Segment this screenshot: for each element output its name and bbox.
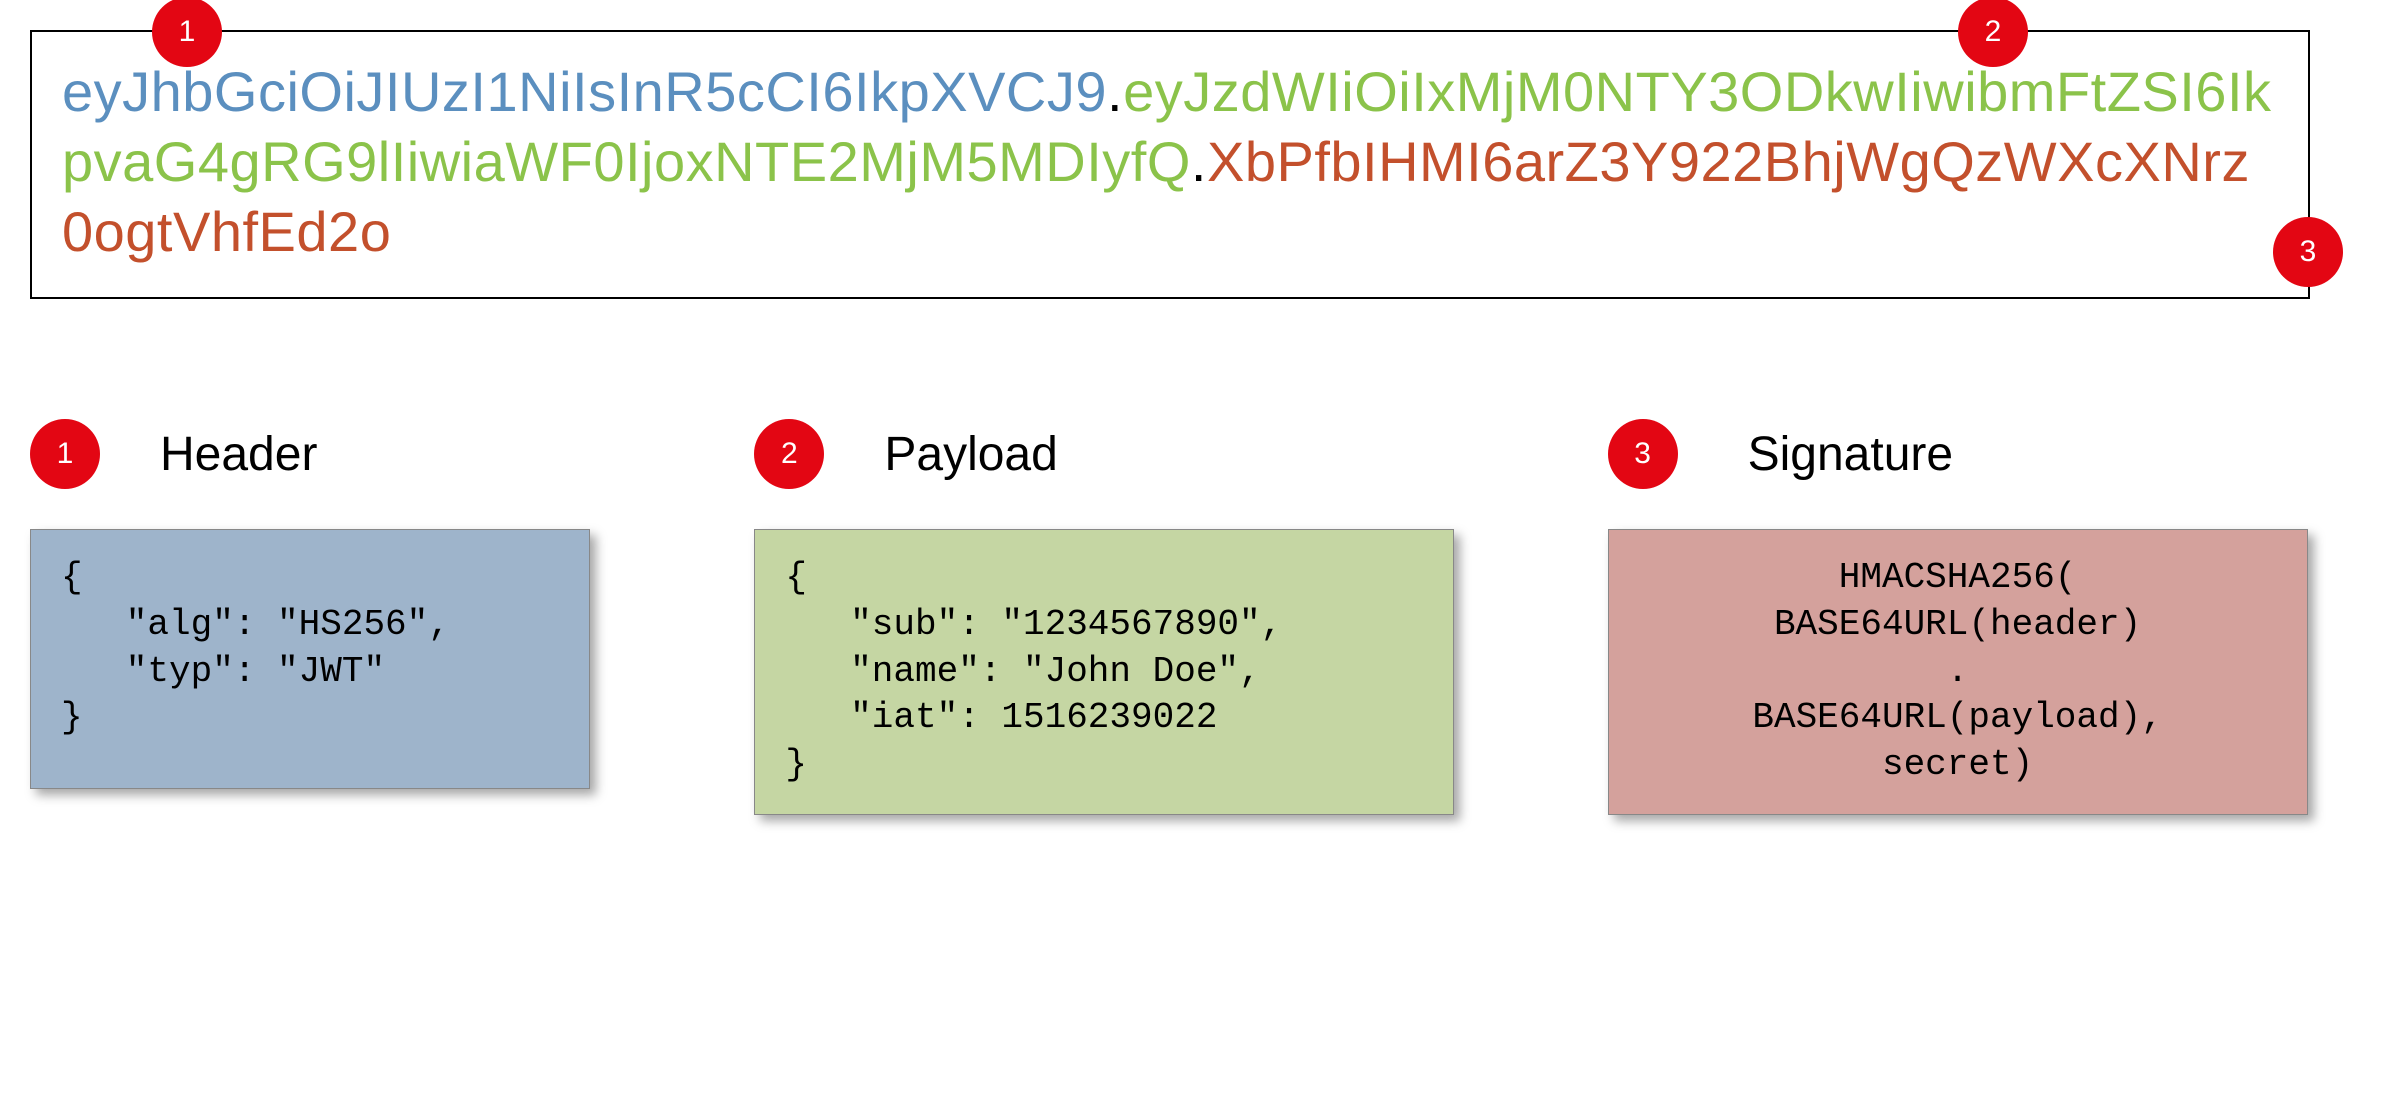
header-code-box: { "alg": "HS256", "typ": "JWT" } xyxy=(30,529,590,789)
badge-signature-number: 3 xyxy=(2300,235,2317,269)
section-payload-badge-number: 2 xyxy=(781,437,798,471)
section-signature-title: Signature xyxy=(1748,427,1953,482)
sections-row: 1 Header { "alg": "HS256", "typ": "JWT" … xyxy=(30,419,2361,815)
badge-header: 1 xyxy=(152,0,222,67)
section-payload: 2 Payload { "sub": "1234567890", "name":… xyxy=(754,419,1527,815)
jwt-token-text: eyJhbGciOiJIUzI1NiIsInR5cCI6IkpXVCJ9.eyJ… xyxy=(62,57,2278,267)
token-dot-1: . xyxy=(1107,60,1123,123)
section-header-badge: 1 xyxy=(30,419,100,489)
badge-payload-number: 2 xyxy=(1985,15,2002,49)
section-header-badge-number: 1 xyxy=(57,437,74,471)
section-signature: 3 Signature HMACSHA256( BASE64URL(header… xyxy=(1608,419,2361,815)
badge-payload: 2 xyxy=(1958,0,2028,67)
section-header-heading: 1 Header xyxy=(30,419,674,489)
badge-signature: 3 xyxy=(2273,217,2343,287)
section-signature-badge-number: 3 xyxy=(1634,437,1651,471)
signature-code-box: HMACSHA256( BASE64URL(header) . BASE64UR… xyxy=(1608,529,2308,815)
payload-code-box: { "sub": "1234567890", "name": "John Doe… xyxy=(754,529,1454,815)
section-signature-badge: 3 xyxy=(1608,419,1678,489)
section-payload-title: Payload xyxy=(884,427,1057,482)
badge-header-number: 1 xyxy=(179,15,196,49)
section-header: 1 Header { "alg": "HS256", "typ": "JWT" … xyxy=(30,419,674,789)
section-payload-heading: 2 Payload xyxy=(754,419,1527,489)
jwt-token-container: 1 2 3 eyJhbGciOiJIUzI1NiIsInR5cCI6IkpXVC… xyxy=(30,30,2310,299)
section-header-title: Header xyxy=(160,427,317,482)
token-dot-2: . xyxy=(1191,130,1207,193)
section-signature-heading: 3 Signature xyxy=(1608,419,2361,489)
token-header-segment: eyJhbGciOiJIUzI1NiIsInR5cCI6IkpXVCJ9 xyxy=(62,60,1107,123)
section-payload-badge: 2 xyxy=(754,419,824,489)
